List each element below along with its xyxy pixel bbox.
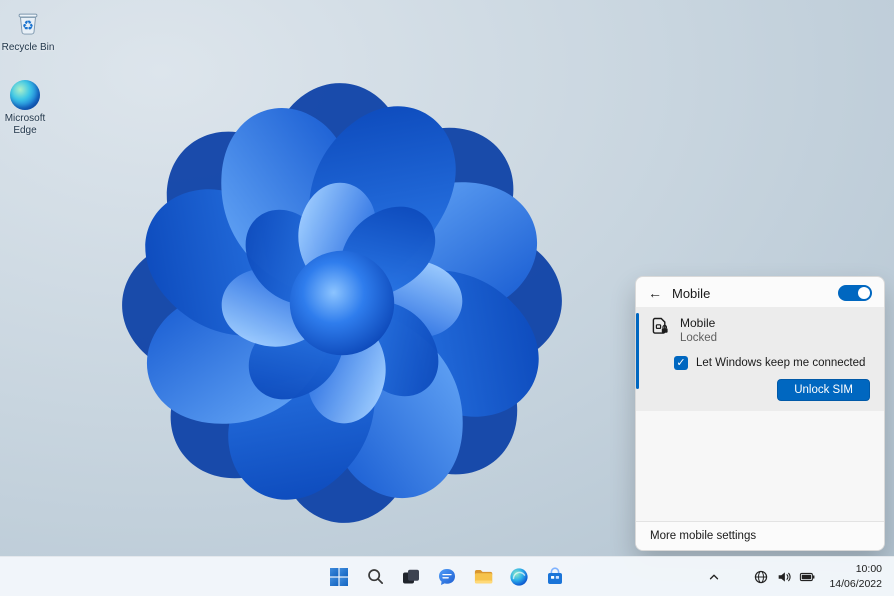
button-row: Unlock SIM	[650, 379, 870, 401]
network-status: Locked	[680, 332, 718, 344]
search-icon	[367, 569, 383, 585]
chat-icon	[439, 568, 455, 585]
windows-start-icon	[330, 567, 348, 586]
taskbar-clock[interactable]: 10:00 14/06/2022	[823, 559, 890, 593]
hidden-icons-button[interactable]	[702, 565, 726, 589]
mobile-network-card: Mobile Locked ✓ Let Windows keep me conn…	[636, 307, 884, 411]
desktop: ♻ Recycle Bin Microsoft Edge ← Mobile Mo…	[0, 0, 894, 596]
chat-button[interactable]	[432, 562, 462, 592]
desktop-icon-recycle-bin[interactable]: ♻ Recycle Bin	[0, 7, 60, 54]
taskbar: 10:00 14/06/2022	[0, 556, 894, 596]
checkbox-label: Let Windows keep me connected	[696, 357, 866, 369]
file-explorer-icon	[474, 570, 492, 584]
toggle-knob	[858, 287, 870, 299]
clock-date: 14/06/2022	[829, 577, 882, 590]
checkbox-checked-icon: ✓	[674, 356, 688, 370]
quick-settings-button[interactable]	[746, 564, 823, 590]
unlock-sim-button[interactable]: Unlock SIM	[777, 379, 870, 401]
task-view-button[interactable]	[396, 562, 426, 592]
flyout-empty-area	[636, 411, 884, 521]
sim-row: Mobile Locked	[650, 316, 870, 344]
wallpaper-bloom	[106, 63, 578, 544]
recycle-bin-icon: ♻	[18, 13, 38, 35]
more-mobile-settings-link[interactable]: More mobile settings	[636, 521, 884, 550]
mobile-flyout: ← Mobile Mobile Locked ✓ Let Windows kee…	[635, 276, 885, 551]
edge-icon	[10, 80, 40, 110]
desktop-icon-label: Microsoft Edge	[4, 113, 46, 136]
system-tray: 10:00 14/06/2022	[702, 557, 890, 596]
edge-icon	[510, 567, 528, 586]
edge-button[interactable]	[504, 562, 534, 592]
task-view-icon	[403, 569, 419, 583]
back-icon[interactable]: ←	[648, 286, 662, 300]
keep-connected-checkbox[interactable]: ✓ Let Windows keep me connected	[674, 356, 870, 370]
flyout-title: Mobile	[672, 285, 711, 301]
sim-texts: Mobile Locked	[680, 316, 717, 344]
chevron-up-icon	[710, 574, 719, 579]
clock-time: 10:00	[855, 563, 882, 576]
network-globe-icon	[755, 570, 768, 583]
battery-icon	[800, 572, 815, 581]
store-icon	[548, 566, 562, 584]
flyout-header: ← Mobile	[636, 277, 884, 307]
selection-indicator	[636, 313, 639, 389]
desktop-icon-label: Recycle Bin	[1, 42, 55, 53]
store-button[interactable]	[540, 562, 570, 592]
search-button[interactable]	[360, 562, 390, 592]
sim-lock-icon	[652, 317, 668, 334]
taskbar-center	[324, 557, 570, 596]
speaker-icon	[779, 571, 791, 582]
svg-text:♻: ♻	[22, 19, 34, 34]
start-button[interactable]	[324, 562, 354, 592]
check-glyph: ✓	[676, 356, 686, 369]
file-explorer-button[interactable]	[468, 562, 498, 592]
network-name: Mobile	[680, 316, 716, 330]
desktop-icon-microsoft-edge[interactable]: Microsoft Edge	[0, 80, 57, 137]
mobile-toggle[interactable]	[838, 285, 872, 301]
